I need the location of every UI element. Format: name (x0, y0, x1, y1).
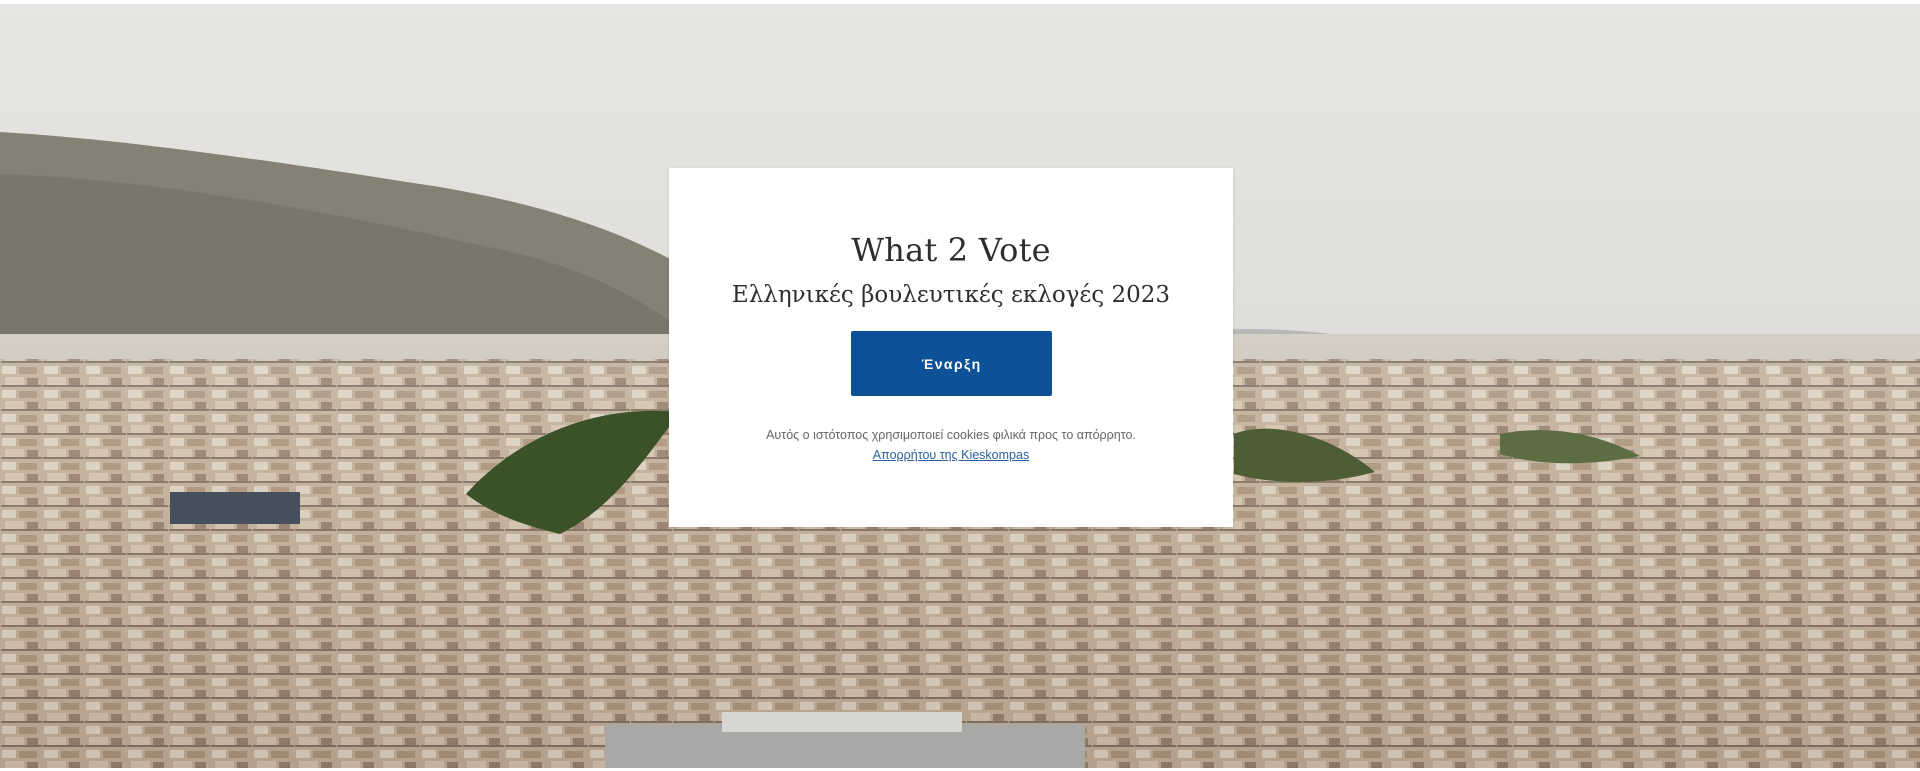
start-button[interactable]: Έναρξη (851, 331, 1052, 396)
page: What 2 Vote Ελληνικές βουλευτικές εκλογέ… (0, 0, 1920, 771)
privacy-link[interactable]: Απορρήτου της Kieskompas (669, 445, 1233, 465)
election-subtitle: Ελληνικές βουλευτικές εκλογές 2023 (731, 282, 1171, 308)
welcome-card: What 2 Vote Ελληνικές βουλευτικές εκλογέ… (669, 168, 1233, 527)
cookie-notice: Αυτός ο ιστότοπος χρησιμοποιεί cookies φ… (766, 428, 1136, 442)
app-title: What 2 Vote (851, 231, 1051, 269)
